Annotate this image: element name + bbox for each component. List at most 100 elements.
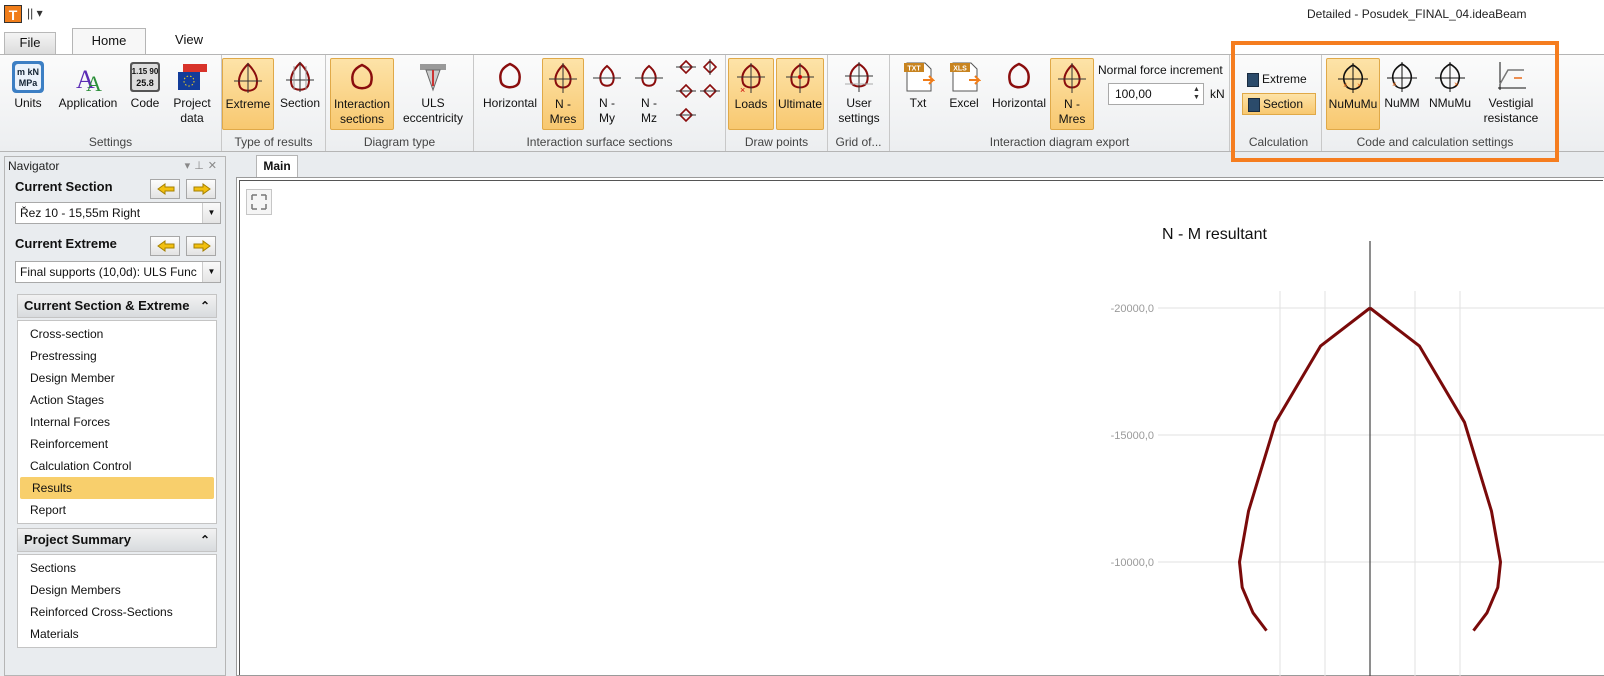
- navigator-title: Navigator: [8, 159, 60, 173]
- section-label: Section: [279, 96, 321, 110]
- n-mz-label-2: Mz: [641, 111, 657, 125]
- horizontal-section-button[interactable]: Horizontal: [480, 58, 540, 130]
- navigator-header: Navigator ▾⊥✕: [5, 157, 225, 175]
- uls-eccentricity-button[interactable]: ULS eccentricity: [398, 58, 468, 130]
- section-result-button[interactable]: Section: [276, 58, 324, 130]
- panel1-item[interactable]: Calculation Control: [18, 455, 216, 477]
- panel2-item[interactable]: Materials: [18, 623, 216, 645]
- highlight-annotation-box: [1231, 41, 1559, 162]
- tab-home[interactable]: Home: [72, 28, 146, 54]
- n-my-label-1: N -: [599, 96, 615, 110]
- panel2-list: Sections Design Members Reinforced Cross-S…: [17, 554, 217, 648]
- panel-project-summary[interactable]: Project Summary ⌃: [17, 528, 217, 552]
- user-settings-button[interactable]: User settings: [834, 58, 884, 130]
- normal-force-increment-input[interactable]: 100,00 ▲ ▼: [1108, 83, 1204, 105]
- small-surface-icons[interactable]: [674, 59, 724, 125]
- current-extreme-select[interactable]: Final supports (10,0d): ULS Func ▼: [15, 261, 221, 283]
- panel2-item[interactable]: Design Members: [18, 579, 216, 601]
- application-label: Application: [58, 96, 118, 110]
- panel1-item[interactable]: Action Stages: [18, 389, 216, 411]
- export-horizontal-button[interactable]: Horizontal: [988, 58, 1050, 130]
- ultimate-button[interactable]: Ultimate: [776, 58, 824, 130]
- units-icon: m kNMPa: [12, 61, 44, 93]
- units-button[interactable]: m kN MPa Units: [6, 58, 50, 130]
- n-mz-button[interactable]: N - Mz: [630, 58, 668, 130]
- n-mres-button[interactable]: N - Mres: [542, 58, 584, 130]
- n-my-icon: [593, 64, 621, 87]
- chart-canvas[interactable]: N - M resultant -20000,0 -15000,0 -10000,0: [239, 180, 1604, 676]
- panel-current-section-extreme[interactable]: Current Section & Extreme ⌃: [17, 294, 217, 318]
- group-grid: User settings Grid of...: [828, 55, 890, 151]
- y-tick-label: -10000,0: [1111, 557, 1154, 569]
- extreme-label: Extreme: [225, 97, 271, 111]
- chevron-down-icon[interactable]: ▼: [202, 262, 220, 282]
- n-mres-label-1: N -: [555, 97, 571, 111]
- title-bar: T || ▾ Detailed - Posudek_FINAL_04.ideaB…: [0, 0, 1604, 28]
- surface-small-icon-5: [676, 107, 696, 123]
- uls-label-2: eccentricity: [402, 111, 464, 125]
- project-data-button[interactable]: Project data: [170, 58, 214, 130]
- group-interaction-surface: Horizontal N - Mres N - My N - Mz Intera…: [474, 55, 726, 151]
- tab-view[interactable]: View: [154, 28, 224, 54]
- surface-small-icon-4: [700, 83, 720, 99]
- surface-small-icon-2: [702, 59, 718, 75]
- export-excel-button[interactable]: XLS Excel: [944, 58, 984, 130]
- tab-main[interactable]: Main: [256, 155, 298, 177]
- group-label-diagram-type: Diagram type: [363, 135, 436, 149]
- collapse-icon[interactable]: ⌃: [200, 529, 210, 551]
- interaction-chart: -20000,0 -15000,0 -10000,0: [1111, 241, 1604, 676]
- interaction-sections-button[interactable]: Interaction sections: [330, 58, 394, 130]
- chevron-down-icon[interactable]: ▼: [202, 203, 220, 223]
- prev-extreme-button[interactable]: [150, 236, 180, 256]
- group-diagram-type: Interaction sections ULS eccentricity Di…: [326, 55, 474, 151]
- user-settings-label-1: User: [846, 96, 872, 110]
- uls-eccentricity-icon: [420, 64, 446, 92]
- current-section-label: Current Section: [15, 179, 113, 194]
- app-window: T || ▾ Detailed - Posudek_FINAL_04.ideaB…: [0, 0, 1604, 676]
- project-data-label-1: Project: [173, 96, 211, 110]
- code-button[interactable]: 1.15 90 25.8 Code: [124, 58, 166, 130]
- panel2-item[interactable]: Sections: [18, 557, 216, 579]
- y-tick-label: -15000,0: [1111, 430, 1154, 442]
- pin-close-icons[interactable]: ▾⊥✕: [185, 157, 221, 175]
- svg-text:MPa: MPa: [19, 78, 39, 88]
- export-n-mres-label-1: N -: [1064, 97, 1080, 111]
- arrow-left-icon: [157, 183, 175, 195]
- next-extreme-button[interactable]: [186, 236, 216, 256]
- panel1-item[interactable]: Report: [18, 499, 216, 521]
- user-settings-label-2: settings: [838, 111, 880, 125]
- current-section-select[interactable]: Řez 10 - 15,55m Right ▼: [15, 202, 221, 224]
- panel1-item[interactable]: Reinforcement: [18, 433, 216, 455]
- extreme-result-button[interactable]: Extreme: [222, 58, 274, 130]
- spinner-icon[interactable]: ▲ ▼: [1193, 86, 1201, 102]
- tab-file[interactable]: File: [4, 32, 56, 54]
- project-data-icon: [178, 64, 207, 90]
- code-label: Code: [130, 96, 160, 110]
- section-diagram-icon: [286, 61, 314, 92]
- panel2-item[interactable]: Reinforced Cross-Sections: [18, 601, 216, 623]
- horizontal-label: Horizontal: [482, 96, 538, 110]
- interaction-diagram-icon: [234, 62, 262, 93]
- surface-small-icon-3: [676, 83, 696, 99]
- loads-button[interactable]: × Loads: [728, 58, 774, 130]
- user-settings-icon: [845, 62, 873, 92]
- panel1-item[interactable]: Internal Forces: [18, 411, 216, 433]
- collapse-icon[interactable]: ⌃: [200, 295, 210, 317]
- export-n-mres-button[interactable]: N - Mres: [1050, 58, 1094, 130]
- panel1-item[interactable]: Design Member: [18, 367, 216, 389]
- current-extreme-label: Current Extreme: [15, 236, 117, 251]
- export-txt-button[interactable]: TXT Txt: [898, 58, 938, 130]
- svg-text:25.8: 25.8: [136, 78, 154, 88]
- panel1-item[interactable]: Results: [20, 477, 214, 499]
- next-section-button[interactable]: [186, 179, 216, 199]
- group-label-interaction-surface: Interaction surface sections: [526, 135, 673, 149]
- panel1-item[interactable]: Prestressing: [18, 345, 216, 367]
- panel1-item[interactable]: Cross-section: [18, 323, 216, 345]
- quick-access-toolbar[interactable]: || ▾: [27, 6, 43, 20]
- application-button[interactable]: AA Application: [56, 58, 120, 130]
- svg-text:XLS: XLS: [953, 66, 967, 73]
- loads-label: Loads: [734, 97, 768, 111]
- app-logo[interactable]: T: [4, 5, 22, 23]
- n-my-button[interactable]: N - My: [588, 58, 626, 130]
- prev-section-button[interactable]: [150, 179, 180, 199]
